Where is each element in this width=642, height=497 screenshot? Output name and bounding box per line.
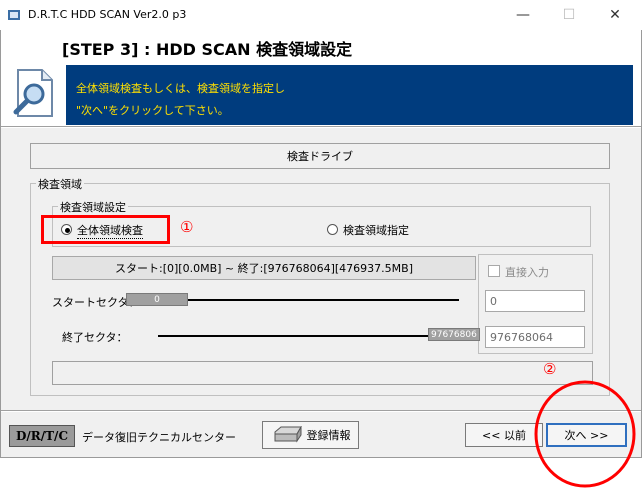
drive-box: 検査ドライブ (30, 143, 610, 169)
scan-settings-group-label: 検査領域設定 (58, 199, 128, 215)
range-scan-radio[interactable] (327, 224, 338, 235)
scan-area-group-label: 検査領域 (36, 176, 84, 192)
maximize-icon: ☐ (562, 7, 576, 23)
end-slider-value: 97676806 (431, 329, 477, 340)
start-slider-thumb[interactable]: 0 (126, 293, 188, 306)
start-sector-input-value: 0 (490, 294, 497, 308)
marker-1: ① (180, 218, 194, 236)
register-info-label: 登録情報 (306, 429, 351, 442)
instruction-line2: "次へ"をクリックして下さい。 (76, 104, 229, 117)
full-scan-radio[interactable] (61, 224, 72, 235)
minimize-icon: — (516, 7, 530, 23)
window-title: D.R.T.C HDD SCAN Ver2.0 p3 (28, 8, 187, 21)
register-info-button[interactable]: 登録情報 (262, 421, 359, 449)
end-sector-label: 終了セクタ： (62, 331, 128, 344)
back-button-label: << 以前 (482, 429, 526, 442)
start-sector-input[interactable]: 0 (485, 290, 585, 312)
company-logo: D/R/T/C (9, 425, 75, 447)
end-slider-track[interactable] (158, 335, 428, 337)
company-name: データ復旧テクニカルセンター (82, 431, 236, 444)
end-slider-thumb[interactable]: 97676806 (428, 328, 480, 341)
close-button[interactable]: ✕ (592, 0, 638, 30)
start-slider-value: 0 (154, 294, 160, 305)
hdd-icon (274, 426, 302, 443)
highlight-circle (534, 380, 636, 488)
full-scan-label[interactable]: 全体領域検査 (77, 222, 143, 239)
range-summary: スタート:[0][0.0MB] ~ 終了:[976768064][476937.… (52, 256, 476, 280)
range-summary-text: スタート:[0][0.0MB] ~ 終了:[976768064][476937.… (115, 262, 413, 275)
drive-label: 検査ドライブ (287, 150, 353, 163)
instruction-line1: 全体領域検査もしくは、検査領域を指定し (76, 82, 285, 95)
close-icon: ✕ (609, 7, 621, 23)
header-divider (1, 126, 641, 128)
progress-bar (52, 361, 593, 385)
direct-input-checkbox[interactable] (488, 265, 500, 277)
maximize-button[interactable]: ☐ (546, 0, 592, 30)
range-scan-label[interactable]: 検査領域指定 (343, 222, 409, 238)
minimize-button[interactable]: — (500, 0, 546, 30)
direct-input-label[interactable]: 直接入力 (505, 264, 549, 280)
end-sector-input[interactable]: 976768064 (485, 326, 585, 348)
end-sector-input-value: 976768064 (490, 330, 553, 344)
app-icon (8, 10, 20, 20)
magnifier-icon (13, 69, 53, 117)
marker-2: ② (543, 360, 557, 378)
step-title: [STEP 3] : HDD SCAN 検査領域設定 (62, 40, 353, 59)
